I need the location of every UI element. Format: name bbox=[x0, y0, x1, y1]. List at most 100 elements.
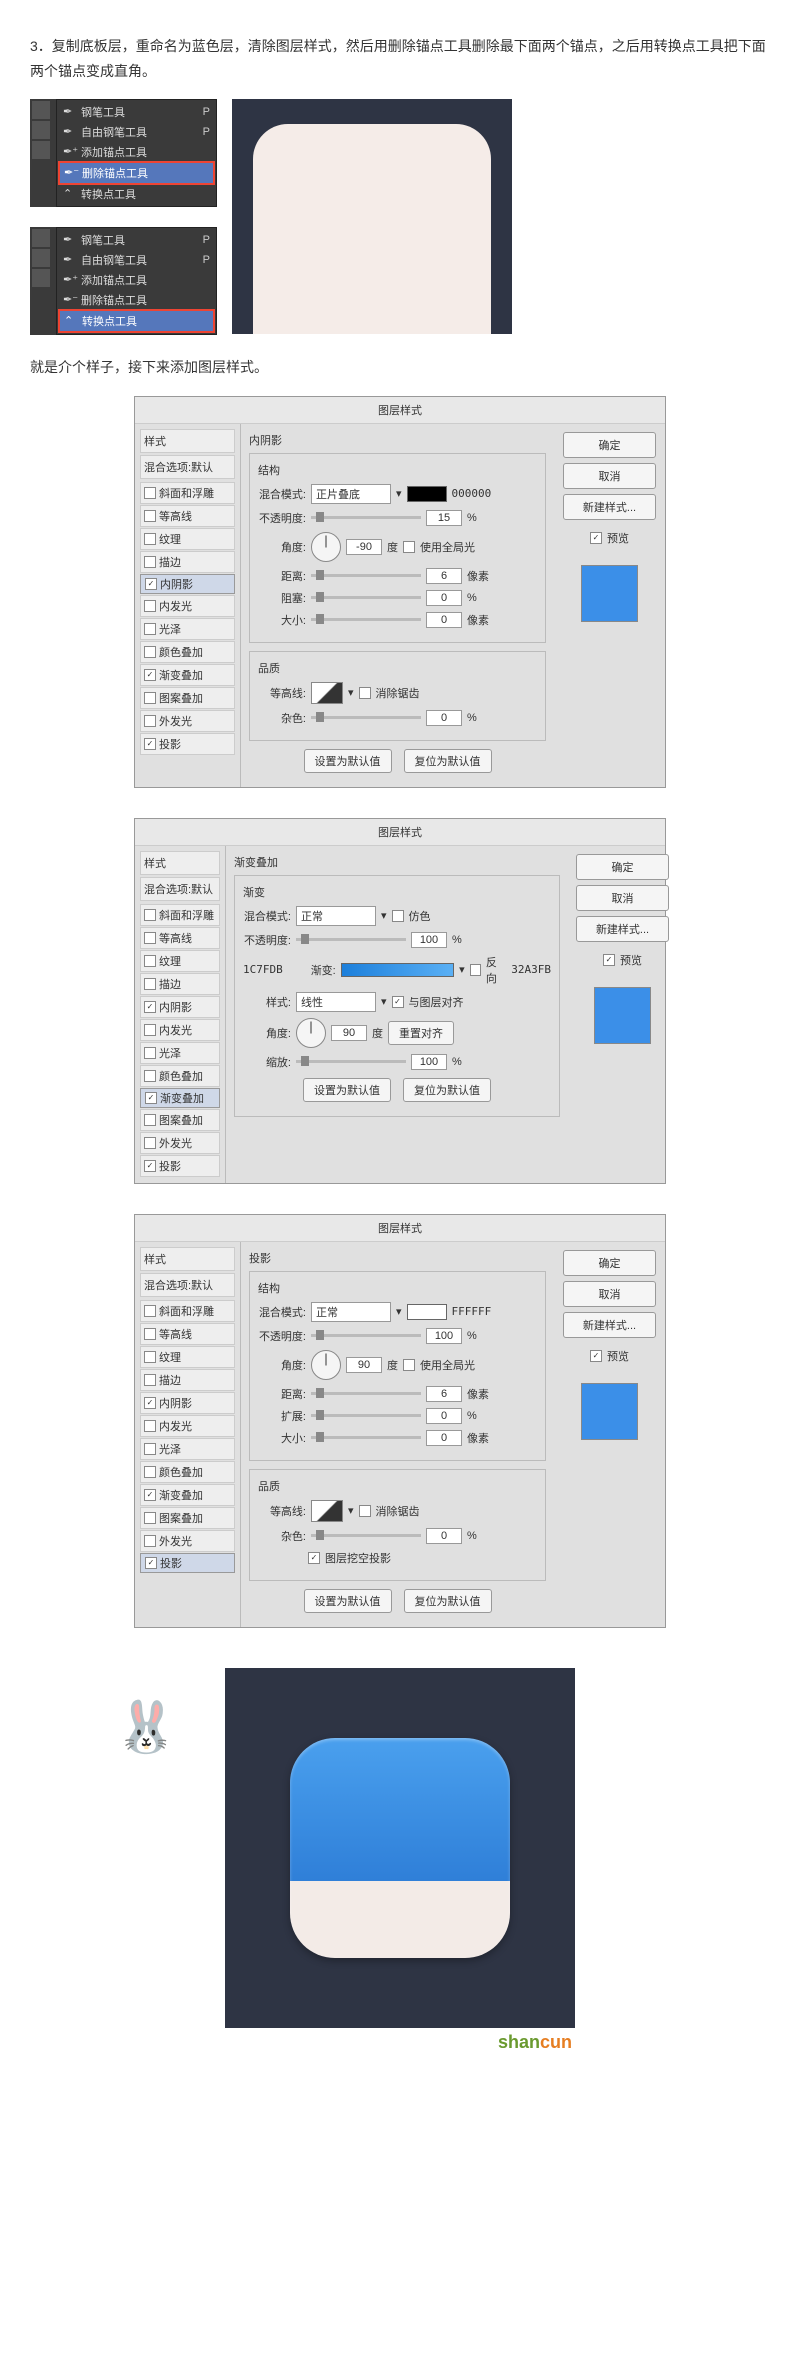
contour-picker[interactable] bbox=[311, 682, 343, 704]
chk-inner-shadow[interactable]: ✓内阴影 bbox=[140, 996, 220, 1018]
checkbox-icon[interactable]: ✓ bbox=[590, 532, 602, 544]
ok-button[interactable]: 确定 bbox=[563, 432, 656, 458]
chk-outer-glow[interactable]: 外发光 bbox=[140, 1132, 220, 1154]
dist-slider[interactable] bbox=[311, 1392, 421, 1395]
opacity-slider[interactable] bbox=[311, 516, 421, 519]
new-style-button[interactable]: 新建样式... bbox=[563, 494, 656, 520]
blend-select[interactable]: 正常 bbox=[311, 1302, 391, 1322]
chk-grad-overlay[interactable]: ✓渐变叠加 bbox=[140, 664, 235, 686]
convert-point[interactable]: ⌃转换点工具 bbox=[59, 310, 214, 332]
opacity-value[interactable]: 100 bbox=[426, 1328, 462, 1344]
chk-satin[interactable]: 光泽 bbox=[140, 1042, 220, 1064]
angle-value[interactable]: -90 bbox=[346, 539, 382, 555]
pen-tool[interactable]: ✒钢笔工具P bbox=[59, 102, 214, 122]
opacity-value[interactable]: 100 bbox=[411, 932, 447, 948]
angle-value[interactable]: 90 bbox=[331, 1025, 367, 1041]
checkbox-icon[interactable]: ✓ bbox=[603, 954, 615, 966]
chk-contour-sub[interactable]: 等高线 bbox=[140, 505, 235, 527]
set-default-button[interactable]: 设置为默认值 bbox=[303, 1078, 391, 1102]
delete-anchor[interactable]: ✒⁻删除锚点工具 bbox=[59, 162, 214, 184]
chk-grad-overlay[interactable]: ✓渐变叠加 bbox=[140, 1088, 220, 1108]
choke-slider[interactable] bbox=[311, 596, 421, 599]
contour-picker[interactable] bbox=[311, 1500, 343, 1522]
dist-value[interactable]: 6 bbox=[426, 1386, 462, 1402]
chk-satin[interactable]: 光泽 bbox=[140, 618, 235, 640]
freeform-pen[interactable]: ✒自由钢笔工具P bbox=[59, 122, 214, 142]
size-slider[interactable] bbox=[311, 618, 421, 621]
size-value[interactable]: 0 bbox=[426, 612, 462, 628]
angle-dial[interactable] bbox=[296, 1018, 326, 1048]
checkbox-icon[interactable] bbox=[403, 541, 415, 553]
chk-color-overlay[interactable]: 颜色叠加 bbox=[140, 641, 235, 663]
checkbox-icon[interactable] bbox=[403, 1359, 415, 1371]
noise-value[interactable]: 0 bbox=[426, 710, 462, 726]
chk-stroke[interactable]: 描边 bbox=[140, 973, 220, 995]
chk-drop-shadow[interactable]: ✓投影 bbox=[140, 733, 235, 755]
blend-default[interactable]: 混合选项:默认 bbox=[140, 1273, 235, 1297]
spread-slider[interactable] bbox=[311, 1414, 421, 1417]
blend-select[interactable]: 正片叠底 bbox=[311, 484, 391, 504]
opacity-slider[interactable] bbox=[296, 938, 406, 941]
chk-inner-glow[interactable]: 内发光 bbox=[140, 1415, 235, 1437]
add-anchor[interactable]: ✒⁺添加锚点工具 bbox=[59, 270, 214, 290]
chk-outer-glow[interactable]: 外发光 bbox=[140, 710, 235, 732]
chk-contour-sub[interactable]: 等高线 bbox=[140, 1323, 235, 1345]
reset-align-button[interactable]: 重置对齐 bbox=[388, 1021, 454, 1045]
new-style-button[interactable]: 新建样式... bbox=[563, 1312, 656, 1338]
chk-pattern-overlay[interactable]: 图案叠加 bbox=[140, 1507, 235, 1529]
delete-anchor[interactable]: ✒⁻删除锚点工具 bbox=[59, 290, 214, 310]
new-style-button[interactable]: 新建样式... bbox=[576, 916, 669, 942]
chk-bevel[interactable]: 斜面和浮雕 bbox=[140, 904, 220, 926]
scale-value[interactable]: 100 bbox=[411, 1054, 447, 1070]
color-swatch[interactable] bbox=[407, 1304, 447, 1320]
chk-drop-shadow[interactable]: ✓投影 bbox=[140, 1553, 235, 1573]
chk-bevel[interactable]: 斜面和浮雕 bbox=[140, 482, 235, 504]
chk-color-overlay[interactable]: 颜色叠加 bbox=[140, 1065, 220, 1087]
opacity-value[interactable]: 15 bbox=[426, 510, 462, 526]
noise-slider[interactable] bbox=[311, 716, 421, 719]
checkbox-icon[interactable]: ✓ bbox=[308, 1552, 320, 1564]
chk-pattern-overlay[interactable]: 图案叠加 bbox=[140, 687, 235, 709]
chk-texture-sub[interactable]: 纹理 bbox=[140, 1346, 235, 1368]
set-default-button[interactable]: 设置为默认值 bbox=[304, 1589, 392, 1613]
styles-header[interactable]: 样式 bbox=[140, 851, 220, 875]
styles-header[interactable]: 样式 bbox=[140, 429, 235, 453]
chk-bevel[interactable]: 斜面和浮雕 bbox=[140, 1300, 235, 1322]
noise-value[interactable]: 0 bbox=[426, 1528, 462, 1544]
chk-inner-shadow[interactable]: ✓内阴影 bbox=[140, 574, 235, 594]
checkbox-icon[interactable] bbox=[359, 687, 371, 699]
chk-stroke[interactable]: 描边 bbox=[140, 551, 235, 573]
angle-dial[interactable] bbox=[311, 532, 341, 562]
dist-slider[interactable] bbox=[311, 574, 421, 577]
reset-default-button[interactable]: 复位为默认值 bbox=[404, 1589, 492, 1613]
checkbox-icon[interactable] bbox=[359, 1505, 371, 1517]
set-default-button[interactable]: 设置为默认值 bbox=[304, 749, 392, 773]
reset-default-button[interactable]: 复位为默认值 bbox=[403, 1078, 491, 1102]
add-anchor[interactable]: ✒⁺添加锚点工具 bbox=[59, 142, 214, 162]
styles-header[interactable]: 样式 bbox=[140, 1247, 235, 1271]
ok-button[interactable]: 确定 bbox=[563, 1250, 656, 1276]
checkbox-icon[interactable]: ✓ bbox=[392, 996, 404, 1008]
choke-value[interactable]: 0 bbox=[426, 590, 462, 606]
ok-button[interactable]: 确定 bbox=[576, 854, 669, 880]
chk-drop-shadow[interactable]: ✓投影 bbox=[140, 1155, 220, 1177]
cancel-button[interactable]: 取消 bbox=[563, 1281, 656, 1307]
color-swatch[interactable] bbox=[407, 486, 447, 502]
chk-texture-sub[interactable]: 纹理 bbox=[140, 950, 220, 972]
blend-select[interactable]: 正常 bbox=[296, 906, 376, 926]
blend-default[interactable]: 混合选项:默认 bbox=[140, 455, 235, 479]
chk-inner-glow[interactable]: 内发光 bbox=[140, 595, 235, 617]
pen-tool[interactable]: ✒钢笔工具P bbox=[59, 230, 214, 250]
chk-contour-sub[interactable]: 等高线 bbox=[140, 927, 220, 949]
freeform-pen[interactable]: ✒自由钢笔工具P bbox=[59, 250, 214, 270]
checkbox-icon[interactable]: ✓ bbox=[590, 1350, 602, 1362]
chk-outer-glow[interactable]: 外发光 bbox=[140, 1530, 235, 1552]
size-value[interactable]: 0 bbox=[426, 1430, 462, 1446]
chk-pattern-overlay[interactable]: 图案叠加 bbox=[140, 1109, 220, 1131]
chk-grad-overlay[interactable]: ✓渐变叠加 bbox=[140, 1484, 235, 1506]
chk-satin[interactable]: 光泽 bbox=[140, 1438, 235, 1460]
checkbox-icon[interactable] bbox=[392, 910, 404, 922]
cancel-button[interactable]: 取消 bbox=[576, 885, 669, 911]
checkbox-icon[interactable] bbox=[470, 964, 481, 976]
opacity-slider[interactable] bbox=[311, 1334, 421, 1337]
